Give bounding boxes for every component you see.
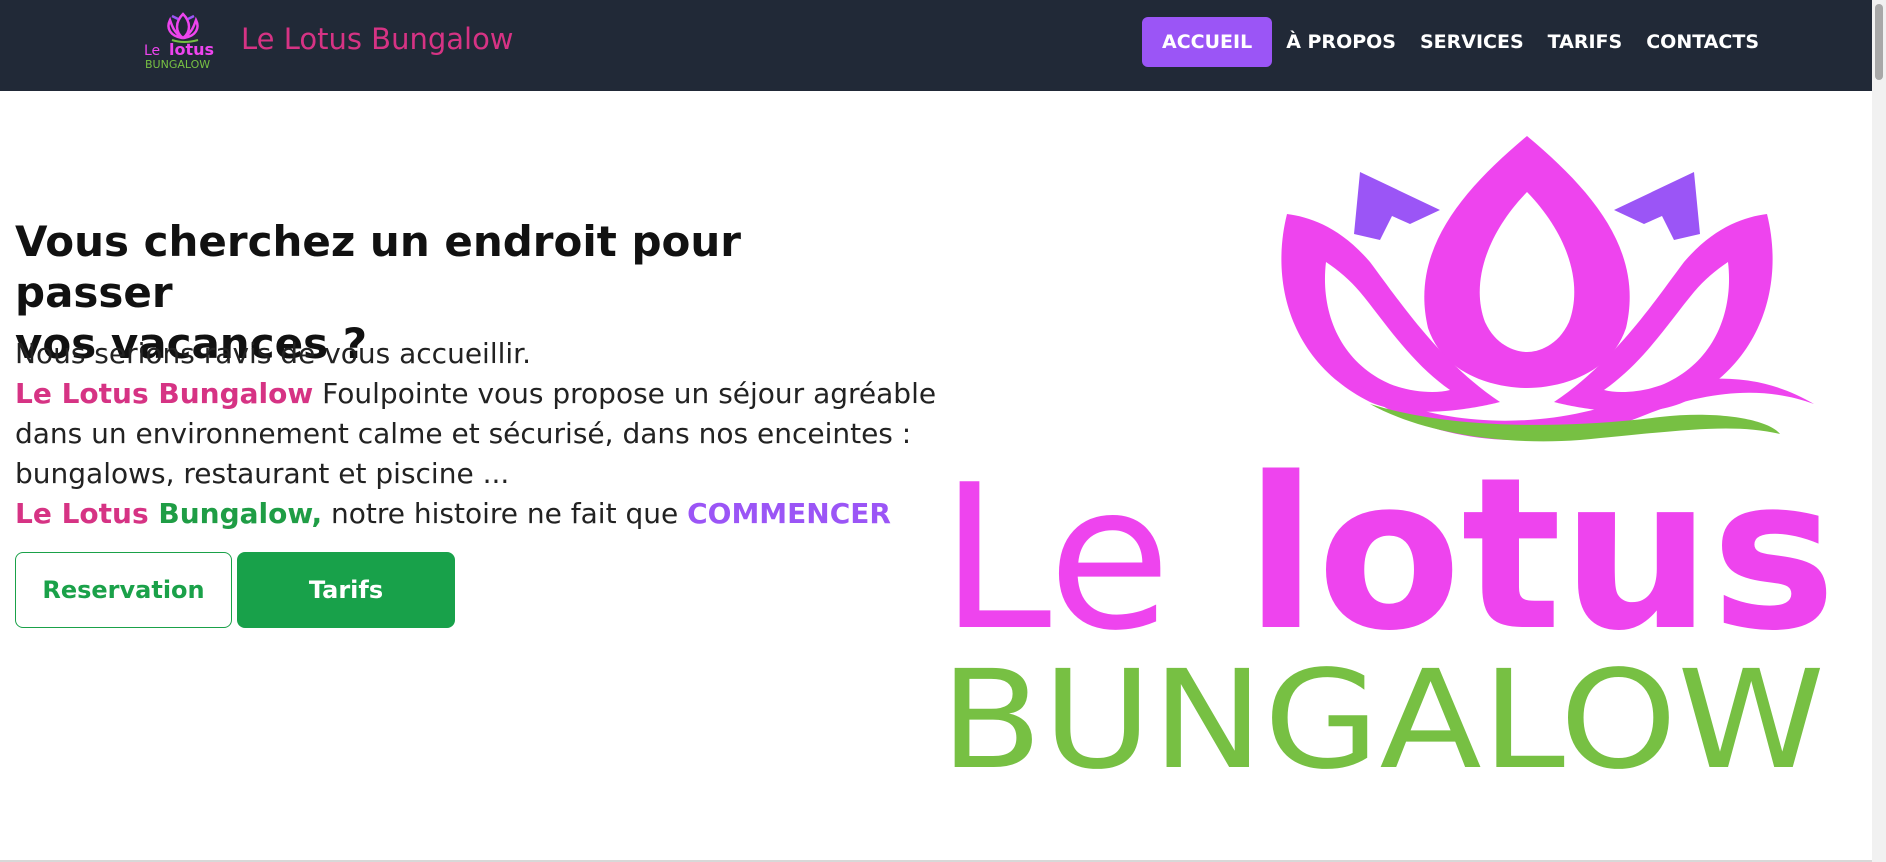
brand-logo[interactable]: Le lotus BUNGALOW — [142, 12, 224, 72]
hero-story-commencer: COMMENCER — [687, 497, 891, 530]
nav-item-a-propos[interactable]: À PROPOS — [1274, 17, 1408, 67]
hero-description: Nous serions ravis de vous accueillir. L… — [15, 334, 936, 534]
logo-text-le: Le — [940, 442, 1171, 675]
page-scrollbar[interactable] — [1872, 0, 1886, 862]
nav-item-accueil[interactable]: ACCUEIL — [1142, 17, 1273, 67]
logo-text-bungalow: BUNGALOW — [940, 642, 1825, 782]
svg-text:Le: Le — [144, 43, 160, 59]
hero-story-bungalow: Bungalow, — [158, 497, 323, 530]
hero-logo: Le lotus BUNGALOW — [940, 136, 1836, 782]
hero-line-welcome: Nous serions ravis de vous accueillir. — [15, 337, 532, 370]
hero-line-intro: Le Lotus Bungalow Foulpointe vous propos… — [15, 374, 936, 414]
hero-title-line1: Vous cherchez un endroit pour passer — [15, 217, 741, 317]
main-nav: ACCUEIL À PROPOS SERVICES TARIFS CONTACT… — [1142, 17, 1771, 67]
hero-story-le-lotus: Le Lotus — [15, 497, 159, 530]
hero-intro-text: Foulpointe vous propose un séjour agréab… — [313, 377, 937, 410]
nav-item-contacts[interactable]: CONTACTS — [1634, 17, 1771, 67]
tarifs-button[interactable]: Tarifs — [237, 552, 455, 628]
nav-item-services[interactable]: SERVICES — [1408, 17, 1536, 67]
hero-line-story: Le Lotus Bungalow, notre histoire ne fai… — [15, 494, 915, 534]
top-navbar: Le lotus BUNGALOW Le Lotus Bungalow ACCU… — [0, 0, 1872, 91]
hero-story-text: notre histoire ne fait que — [322, 497, 688, 530]
hero-line-amenities: bungalows, restaurant et piscine ... — [15, 457, 510, 490]
svg-text:BUNGALOW: BUNGALOW — [145, 58, 210, 71]
nav-item-tarifs[interactable]: TARIFS — [1536, 17, 1635, 67]
hero-brand-mention: Le Lotus Bungalow — [15, 377, 314, 410]
reservation-button[interactable]: Reservation — [15, 552, 232, 628]
svg-text:lotus: lotus — [169, 40, 214, 59]
hero-line-environment: dans un environnement calme et sécurisé,… — [15, 417, 912, 450]
scrollbar-thumb[interactable] — [1875, 4, 1883, 80]
lotus-flower-icon — [1281, 136, 1814, 442]
logo-text-lotus: lotus — [1245, 432, 1836, 677]
small-lotus-icon — [167, 12, 199, 43]
brand-name[interactable]: Le Lotus Bungalow — [241, 22, 514, 56]
